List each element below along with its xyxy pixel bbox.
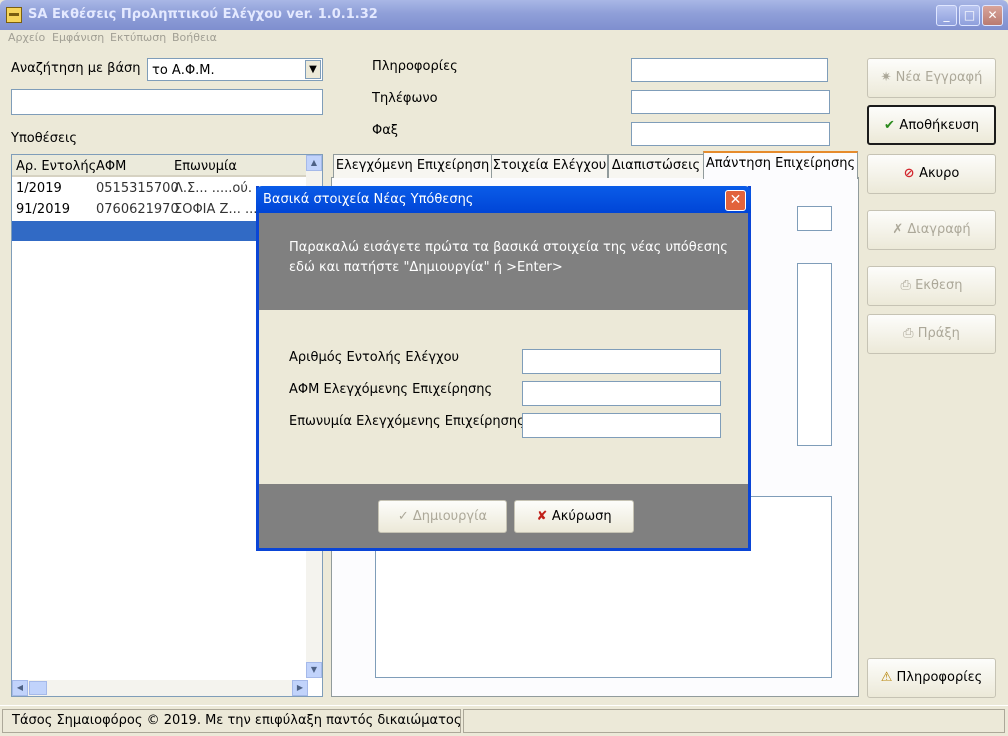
panel-memo-top[interactable] [797,263,832,446]
tab-business-response[interactable]: Απάντηση Επιχείρησης [703,151,858,179]
tab-audited-business[interactable]: Ελεγχόμενη Επιχείρηση [333,154,492,178]
phone-label: Τηλέφωνο [372,91,438,106]
cancel-button[interactable]: ⊘ Ακυρο [867,154,996,194]
no-entry-icon: ⊘ [903,166,920,181]
scroll-thumb[interactable] [29,681,47,695]
checkmark-icon: ✓ [397,509,413,524]
menu-print[interactable]: Εκτύπωση [110,31,166,44]
phone-input[interactable] [631,90,830,114]
dialog-cancel-button[interactable]: ✘ Ακύρωση [514,500,634,533]
menu-help[interactable]: Βοήθεια [172,31,217,44]
new-record-icon: ✷ [880,70,896,85]
column-afm[interactable]: ΑΦΜ [96,159,126,174]
row-name: Λ.Σ... .....ού. [174,181,253,196]
close-window-button[interactable]: ✕ [982,5,1003,26]
list-header: Αρ. Εντολής ΑΦΜ Επωνυμία [12,155,308,177]
column-name[interactable]: Επωνυμία [174,159,237,174]
status-pane-empty [463,709,1005,733]
status-text: Τάσος Σημαιοφόρος © 2019. Με την επιφύλα… [2,709,461,733]
search-input[interactable] [11,89,323,115]
info-button[interactable]: ⚠ Πληροφορίες [867,658,996,698]
afm-input[interactable] [522,381,721,406]
tab-findings[interactable]: Διαπιστώσεις [608,154,704,178]
horizontal-scrollbar[interactable]: ◀ ▶ [12,680,308,696]
info-people-icon: ⚠ [880,670,897,685]
cases-label: Υποθέσεις [11,131,77,146]
maximize-button[interactable]: □ [959,5,980,26]
dialog-message: Παρακαλώ εισάγετε πρώτα τα βασικά στοιχε… [289,240,728,275]
info-label: Πληροφορίες [372,59,458,74]
printer-icon: ⎙ [900,278,916,293]
search-by-select[interactable]: το Α.Φ.Μ. ▼ [147,58,323,81]
afm-label: ΑΦΜ Ελεγχόμενης Επιχείρησης [289,382,493,397]
dialog-title: Βασικά στοιχεία Νέας Υπόθεσης [263,192,474,207]
business-name-input[interactable] [522,413,721,438]
save-button[interactable]: ✔ Αποθήκευση [867,105,996,145]
act-button[interactable]: ⎙ Πράξη [867,314,996,354]
fax-label: Φαξ [372,123,399,138]
fax-input[interactable] [631,122,830,146]
scroll-down-icon[interactable]: ▼ [306,662,322,678]
delete-button[interactable]: ✗ Διαγραφή [867,210,996,250]
scroll-left-icon[interactable]: ◀ [12,680,28,696]
info-input[interactable] [631,58,828,82]
business-name-label: Επωνυμία Ελεγχόμενης Επιχείρησης [289,414,525,429]
column-order[interactable]: Αρ. Εντολής [16,159,96,174]
search-by-label: Αναζήτηση με βάση [11,61,141,76]
window-title: SA Εκθέσεις Προληπτικού Ελέγχου ver. 1.0… [28,7,378,22]
tab-audit-details[interactable]: Στοιχεία Ελέγχου [491,154,608,178]
create-button[interactable]: ✓ Δημιουργία [378,500,507,533]
close-icon: ✘ [536,509,552,524]
checkmark-icon: ✔ [884,118,900,133]
minimize-button[interactable]: _ [936,5,957,26]
menu-file[interactable]: Αρχείο [8,31,45,44]
printer-icon: ⎙ [903,326,918,341]
report-button[interactable]: ⎙ Εκθεση [867,266,996,306]
delete-icon: ✗ [892,222,908,237]
scroll-up-icon[interactable]: ▲ [306,155,322,171]
app-icon [6,7,22,23]
scroll-right-icon[interactable]: ▶ [292,680,308,696]
chevron-down-icon[interactable]: ▼ [305,60,321,79]
row-order: 91/2019 [16,202,71,217]
row-afm: 0760621970 [96,202,179,217]
search-by-selected: το Α.Φ.Μ. [152,63,215,78]
panel-field[interactable] [797,206,832,231]
row-order: 1/2019 [16,181,62,196]
dialog-close-button[interactable]: ✕ [725,190,746,211]
row-afm: 0515315700 [96,181,179,196]
row-name: ΣΟΦΙΑ Ζ... ... [174,202,258,217]
menu-view[interactable]: Εμφάνιση [52,31,104,44]
order-number-input[interactable] [522,349,721,374]
order-number-label: Αριθμός Εντολής Ελέγχου [289,350,460,365]
new-record-button[interactable]: ✷ Νέα Εγγραφή [867,58,996,98]
